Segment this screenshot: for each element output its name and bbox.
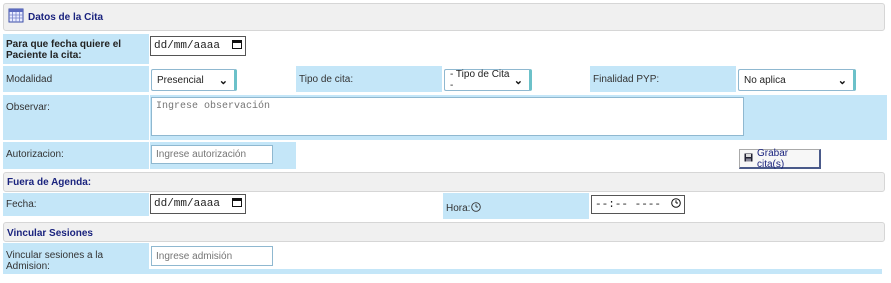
fecha-cita-label-line2: Paciente la cita: xyxy=(6,50,82,61)
fecha-cita-label-line1: Para que fecha quiere el xyxy=(6,39,122,50)
grabar-label: Grabar cita(s) xyxy=(757,147,789,170)
modalidad-label: Modalidad xyxy=(6,74,53,85)
section-title-cita: Datos de la Cita xyxy=(28,12,104,23)
tipo-cita-label-cell: Tipo de cita: xyxy=(296,66,442,92)
autorizacion-label-cell: Autorizacion: xyxy=(3,142,149,169)
hora-label-cell: Hora: xyxy=(443,193,589,219)
tipo-cita-select[interactable]: - Tipo de Cita - ⌄ xyxy=(444,69,532,91)
observar-textarea[interactable] xyxy=(151,97,744,136)
clock-icon xyxy=(471,202,482,215)
hora-label-wrap: Hora: xyxy=(446,202,482,215)
chevron-down-icon: ⌄ xyxy=(513,74,523,87)
bottom-strip xyxy=(3,269,882,274)
fuera-agenda-title: Fuera de Agenda: xyxy=(7,177,92,188)
finalidad-selected: No aplica xyxy=(744,74,786,86)
section-header-vincular: Vincular Sesiones xyxy=(3,222,885,242)
finalidad-label-cell: Finalidad PYP: xyxy=(590,66,736,92)
calendar-icon[interactable] xyxy=(232,197,242,211)
modalidad-select[interactable]: Presencial ⌄ xyxy=(151,69,237,91)
fecha-label-cell: Fecha: xyxy=(3,193,149,216)
fecha-cita-value: dd/mm/aaaa xyxy=(154,40,221,52)
autorizacion-input[interactable] xyxy=(151,145,273,164)
clock-icon[interactable] xyxy=(671,197,681,212)
observar-label: Observar: xyxy=(6,102,50,113)
vincular-label-cell: Vincular sesiones a la Admision: xyxy=(3,243,149,272)
chevron-down-icon: ⌄ xyxy=(218,74,228,87)
modalidad-selected: Presencial xyxy=(157,74,204,86)
finalidad-label: Finalidad PYP: xyxy=(593,74,660,85)
hora-input[interactable]: --:-- ---- xyxy=(591,195,685,214)
autorizacion-label: Autorizacion: xyxy=(6,149,64,160)
fecha-input[interactable]: dd/mm/aaaa xyxy=(150,194,246,214)
chevron-down-icon: ⌄ xyxy=(837,74,847,87)
hora-label: Hora: xyxy=(446,203,471,214)
section-header-fuera-agenda: Fuera de Agenda: xyxy=(3,172,885,192)
modalidad-label-cell: Modalidad xyxy=(3,66,149,92)
observar-label-cell: Observar: xyxy=(3,95,149,140)
cita-form: Datos de la Cita Para que fecha quiere e… xyxy=(0,0,891,283)
grabar-button[interactable]: Grabar cita(s) xyxy=(739,147,821,170)
fecha-cita-label: Para que fecha quiere el Paciente la cit… xyxy=(3,34,149,64)
fecha-label: Fecha: xyxy=(6,199,37,210)
hora-value: --:-- ---- xyxy=(595,198,662,211)
floppy-icon xyxy=(744,153,753,165)
section-header-cita: Datos de la Cita xyxy=(3,3,885,31)
fecha-value: dd/mm/aaaa xyxy=(154,198,221,210)
tipo-cita-selected: - Tipo de Cita - xyxy=(450,69,510,91)
finalidad-select[interactable]: No aplica ⌄ xyxy=(738,69,856,91)
vincular-input[interactable] xyxy=(151,246,273,266)
fecha-cita-input[interactable]: dd/mm/aaaa xyxy=(150,36,246,56)
vincular-title: Vincular Sesiones xyxy=(7,228,93,239)
calendar-icon xyxy=(8,7,24,23)
calendar-icon[interactable] xyxy=(232,39,242,53)
tipo-cita-label: Tipo de cita: xyxy=(299,74,354,85)
